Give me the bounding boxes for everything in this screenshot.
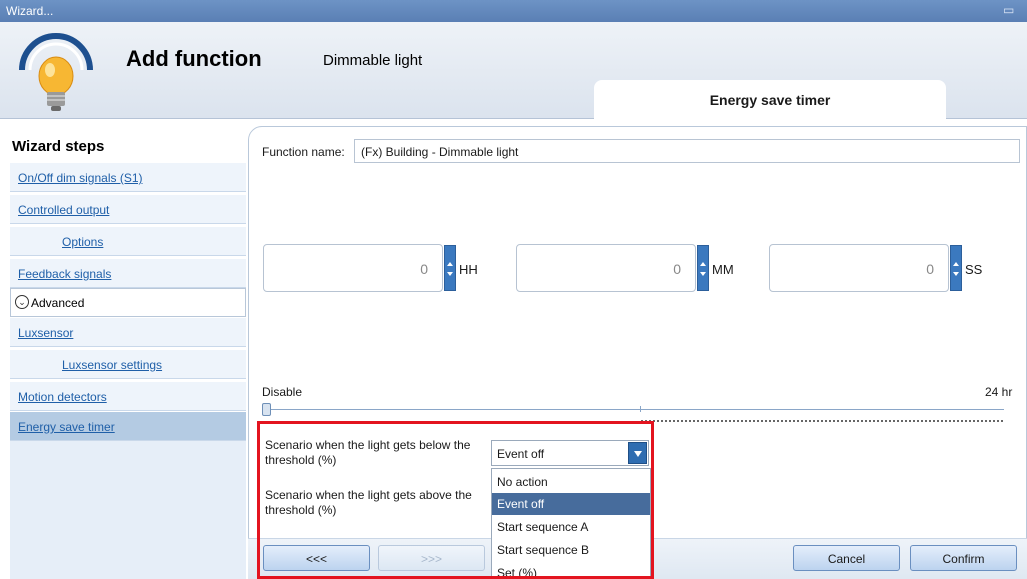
hours-spinner[interactable] bbox=[444, 245, 456, 291]
slider-max-label: 24 hr bbox=[985, 385, 1013, 399]
wizard-steps-title: Wizard steps bbox=[12, 138, 105, 155]
hours-value: 0 bbox=[420, 261, 428, 277]
sidebar-item-label[interactable]: On/Off dim signals (S1) bbox=[18, 171, 143, 185]
sidebar-item-controlled-output[interactable]: Controlled output bbox=[10, 195, 246, 224]
minutes-unit: MM bbox=[712, 262, 734, 277]
sidebar-item-luxsensor-settings[interactable]: Luxsensor settings bbox=[10, 350, 246, 379]
sidebar-item-luxsensor[interactable]: Luxsensor bbox=[10, 318, 246, 347]
sidebar-item-label[interactable]: Options bbox=[62, 235, 103, 249]
cancel-button[interactable]: Cancel bbox=[793, 545, 900, 571]
window-title: Wizard... bbox=[6, 4, 54, 18]
function-name-field[interactable]: (Fx) Building - Dimmable light bbox=[354, 139, 1020, 163]
sidebar-item-label[interactable]: Energy save timer bbox=[18, 420, 115, 434]
sidebar-item-feedback-signals[interactable]: Feedback signals bbox=[10, 259, 246, 288]
timer-slider-track[interactable] bbox=[264, 409, 1004, 410]
dotted-separator bbox=[640, 420, 1004, 422]
sidebar-item-label[interactable]: Luxsensor settings bbox=[62, 358, 162, 372]
seconds-unit: SS bbox=[965, 262, 983, 277]
timer-slider-thumb[interactable] bbox=[262, 403, 271, 416]
hours-unit: HH bbox=[459, 262, 478, 277]
seconds-value: 0 bbox=[926, 261, 934, 277]
light-bulb-icon bbox=[19, 33, 93, 111]
sidebar-item-label: Advanced bbox=[31, 296, 85, 310]
slider-tick bbox=[640, 406, 641, 412]
sidebar-item-energy-save-timer[interactable]: Energy save timer bbox=[10, 412, 246, 441]
wizard-header: Add function Dimmable light Energy save … bbox=[0, 22, 1027, 119]
function-name-label: Function name: bbox=[262, 145, 345, 159]
slider-min-label: Disable bbox=[262, 385, 303, 399]
minutes-field[interactable]: 0 bbox=[516, 244, 696, 292]
sidebar-item-label[interactable]: Motion detectors bbox=[18, 390, 107, 404]
minutes-value: 0 bbox=[673, 261, 681, 277]
tab-energy-save-timer[interactable]: Energy save timer bbox=[594, 80, 946, 119]
sidebar-empty-area bbox=[10, 441, 246, 579]
sidebar-item-options[interactable]: Options bbox=[10, 227, 246, 256]
sidebar-item-label[interactable]: Luxsensor bbox=[18, 326, 73, 340]
hours-field[interactable]: 0 bbox=[263, 244, 443, 292]
sidebar-item-on-off-dim-signals[interactable]: On/Off dim signals (S1) bbox=[10, 163, 246, 192]
sidebar-group-advanced[interactable]: ⌄ Advanced bbox=[10, 288, 246, 317]
chevron-down-icon[interactable]: ⌄ bbox=[15, 295, 29, 309]
restore-icon[interactable]: ▭ bbox=[1003, 3, 1017, 17]
seconds-spinner[interactable] bbox=[950, 245, 962, 291]
minutes-spinner[interactable] bbox=[697, 245, 709, 291]
function-type: Dimmable light bbox=[323, 52, 423, 69]
sidebar-item-label[interactable]: Feedback signals bbox=[18, 267, 111, 281]
sidebar-item-label[interactable]: Controlled output bbox=[18, 203, 109, 217]
highlight-frame bbox=[257, 421, 654, 579]
window-titlebar: Wizard... ▭ bbox=[0, 0, 1027, 22]
sidebar-item-motion-detectors[interactable]: Motion detectors bbox=[10, 382, 246, 411]
seconds-field[interactable]: 0 bbox=[769, 244, 949, 292]
page-title: Add function bbox=[126, 46, 262, 71]
confirm-button[interactable]: Confirm bbox=[910, 545, 1017, 571]
